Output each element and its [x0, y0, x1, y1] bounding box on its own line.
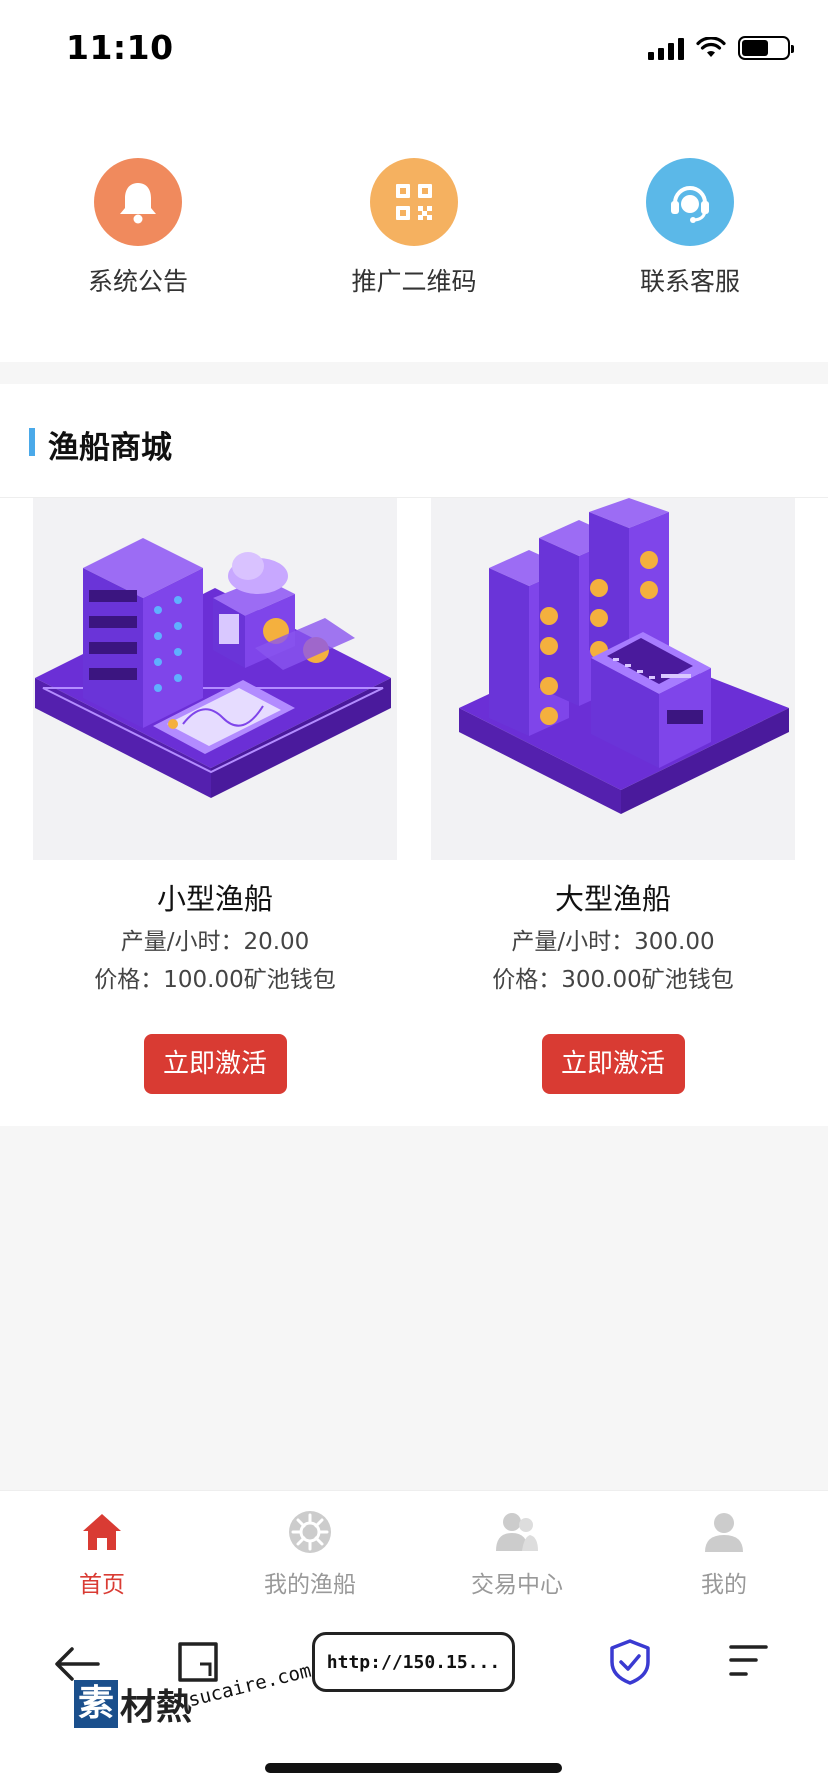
wifi-icon: [696, 37, 726, 57]
battery-icon: [738, 36, 794, 60]
product-card: 小型渔船 产量/小时：20.00 价格：100.00矿池钱包 立即激活: [33, 498, 397, 1094]
status-icons: [648, 36, 794, 60]
product-image-large-ship[interactable]: [431, 498, 795, 860]
bottom-tab-bar: 首页 我的渔船 交易中心 我的: [0, 1490, 828, 1602]
watermark-logo: 素 材熱: [74, 1678, 192, 1730]
back-arrow-icon[interactable]: [54, 1646, 100, 1682]
headset-icon: [646, 158, 734, 246]
bell-icon: [94, 158, 182, 246]
tab-my-ships[interactable]: 我的渔船: [220, 1509, 400, 1599]
watermark-brand-text: 材熱: [120, 1687, 193, 1728]
tab-label: 交易中心: [471, 1572, 563, 1598]
tab-label: 首页: [79, 1572, 125, 1598]
home-indicator: [265, 1763, 562, 1773]
menu-icon[interactable]: [728, 1642, 770, 1682]
quick-link-label: 联系客服: [639, 267, 740, 296]
product-image-small-ship[interactable]: [33, 498, 397, 860]
product-grid: 小型渔船 产量/小时：20.00 价格：100.00矿池钱包 立即激活 大型渔船…: [0, 498, 828, 1126]
quick-link-label: 推广二维码: [351, 267, 477, 296]
section-accent-bar: [29, 428, 35, 456]
user-icon: [634, 1509, 814, 1555]
quick-link-announcement[interactable]: 系统公告: [38, 158, 238, 298]
tab-label: 我的: [701, 1572, 747, 1598]
product-output: 产量/小时：20.00: [120, 929, 310, 955]
quick-link-label: 系统公告: [87, 267, 188, 296]
quick-link-qr-code[interactable]: 推广二维码: [314, 158, 514, 298]
product-output: 产量/小时：300.00: [511, 929, 715, 955]
status-time: 11:10: [66, 28, 174, 67]
home-icon: [12, 1509, 192, 1555]
status-bar: 11:10: [0, 0, 828, 100]
shop-section-header: 渔船商城: [0, 384, 828, 498]
qr-code-icon: [370, 158, 458, 246]
url-bar[interactable]: http://150.15...: [312, 1632, 515, 1692]
quick-link-customer-service[interactable]: 联系客服: [590, 158, 790, 298]
section-title: 渔船商城: [48, 430, 172, 466]
product-price: 价格：300.00矿池钱包: [492, 967, 734, 993]
tab-trading-center[interactable]: 交易中心: [427, 1509, 607, 1599]
shield-check-icon[interactable]: [608, 1638, 652, 1686]
quick-links: 系统公告 推广二维码 联系客服: [0, 100, 828, 362]
product-price: 价格：100.00矿池钱包: [94, 967, 336, 993]
signal-icon: [648, 36, 684, 60]
product-name: 小型渔船: [156, 882, 273, 916]
ship-wheel-icon: [220, 1509, 400, 1555]
tab-home[interactable]: 首页: [12, 1509, 192, 1599]
activate-button[interactable]: 立即激活: [143, 1034, 287, 1094]
product-name: 大型渔船: [554, 882, 671, 916]
activate-button[interactable]: 立即激活: [541, 1034, 685, 1094]
users-icon: [427, 1509, 607, 1555]
product-card: 大型渔船 产量/小时：300.00 价格：300.00矿池钱包 立即激活: [431, 498, 795, 1094]
tab-label: 我的渔船: [264, 1572, 356, 1598]
tab-profile[interactable]: 我的: [634, 1509, 814, 1599]
watermark-brand-box: 素: [74, 1680, 119, 1728]
